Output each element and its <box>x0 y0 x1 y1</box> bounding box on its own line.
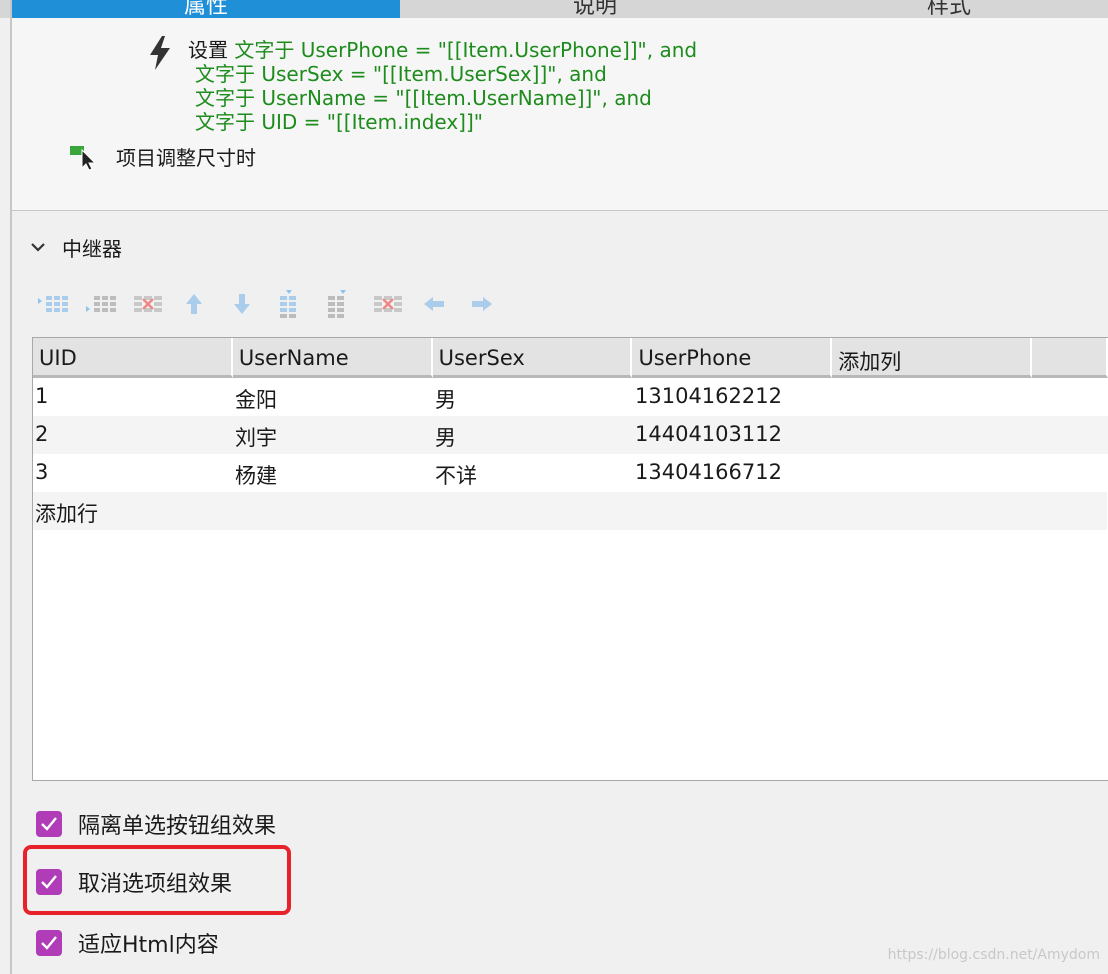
move-left-icon[interactable] <box>422 290 470 318</box>
repeater-toolbar <box>38 290 518 318</box>
table-cell[interactable]: 金阳 <box>233 378 433 416</box>
action-line: 文字于 UserName = "[[Item.UserName]]", and <box>195 86 652 110</box>
action-line: 文字于 UID = "[[Item.index]]" <box>195 110 483 134</box>
tab-style[interactable]: 样式 <box>790 0 1108 18</box>
move-right-icon[interactable] <box>470 290 518 318</box>
table-cell[interactable]: 2 <box>33 416 233 454</box>
tab-strip: 属性 说明 样式 <box>0 0 1108 18</box>
table-row[interactable]: 3 杨建 不详 13404166712 <box>33 454 1108 492</box>
tab-properties[interactable]: 属性 <box>12 0 400 18</box>
column-header-usersex[interactable]: UserSex <box>432 338 633 378</box>
checkmark-icon <box>41 817 57 831</box>
table-cell[interactable]: 刘宇 <box>233 416 433 454</box>
checkbox-checked[interactable] <box>36 811 62 837</box>
action-line: 文字于 UserSex = "[[Item.UserSex]]", and <box>195 62 607 86</box>
table-row[interactable]: 1 金阳 男 13104162212 <box>33 378 1108 416</box>
action-line: 文字于 UserPhone = "[[Item.UserPhone]]", an… <box>234 38 698 62</box>
option-label: 隔离单选按钮组效果 <box>78 814 277 839</box>
resize-event-icon <box>70 146 97 170</box>
chevron-down-icon <box>30 238 52 257</box>
option-label: 适应Html内容 <box>78 933 219 958</box>
table-cell[interactable]: 1 <box>33 378 233 416</box>
action-keyword: 设置 <box>188 38 228 62</box>
column-header-empty <box>1032 338 1108 378</box>
grid-header-row: UID UserName UserSex UserPhone 添加列 <box>33 338 1108 378</box>
table-cell[interactable]: 不详 <box>433 454 633 492</box>
table-cell[interactable]: 男 <box>433 378 633 416</box>
option-isolate-radio-group[interactable]: 隔离单选按钮组效果 <box>36 808 276 840</box>
table-cell[interactable]: 14404103112 <box>633 416 833 454</box>
tab-notes[interactable]: 说明 <box>402 0 788 18</box>
add-row-icon[interactable] <box>86 290 134 318</box>
table-cell[interactable]: 13104162212 <box>633 378 833 416</box>
move-up-icon[interactable] <box>182 290 230 318</box>
watermark: https://blog.csdn.net/Amydom <box>887 947 1100 963</box>
annotation-highlight-box <box>23 845 291 915</box>
repeater-title: 中继器 <box>62 237 122 261</box>
repeater-data-grid: UID UserName UserSex UserPhone 添加列 1 金阳 … <box>32 337 1108 781</box>
repeater-section-header[interactable]: 中继器 <box>30 233 122 262</box>
column-header-username[interactable]: UserName <box>232 338 433 378</box>
delete-column-icon[interactable] <box>374 290 422 318</box>
delete-row-icon[interactable] <box>134 290 182 318</box>
table-row[interactable]: 2 刘宇 男 14404103112 <box>33 416 1108 454</box>
insert-row-icon[interactable] <box>38 290 86 318</box>
column-header-uid[interactable]: UID <box>33 338 233 378</box>
action-set-text[interactable]: 设置 文字于 UserPhone = "[[Item.UserPhone]]",… <box>188 38 697 134</box>
lightning-icon <box>150 36 170 70</box>
move-down-icon[interactable] <box>230 290 278 318</box>
option-fit-html-content[interactable]: 适应Html内容 <box>36 927 219 959</box>
add-row-button[interactable]: 添加行 <box>33 492 1107 530</box>
checkbox-checked[interactable] <box>36 930 62 956</box>
insert-column-before-icon[interactable] <box>278 290 326 318</box>
event-resize-item[interactable]: 项目调整尺寸时 <box>116 142 256 171</box>
table-cell[interactable]: 3 <box>33 454 233 492</box>
section-divider <box>12 210 1108 211</box>
insert-column-after-icon[interactable] <box>326 290 374 318</box>
add-column-button[interactable]: 添加列 <box>832 338 1033 378</box>
table-cell[interactable]: 杨建 <box>233 454 433 492</box>
table-cell[interactable]: 13404166712 <box>633 454 833 492</box>
table-cell[interactable]: 男 <box>433 416 633 454</box>
column-header-userphone[interactable]: UserPhone <box>632 338 833 378</box>
checkmark-icon <box>41 936 57 950</box>
